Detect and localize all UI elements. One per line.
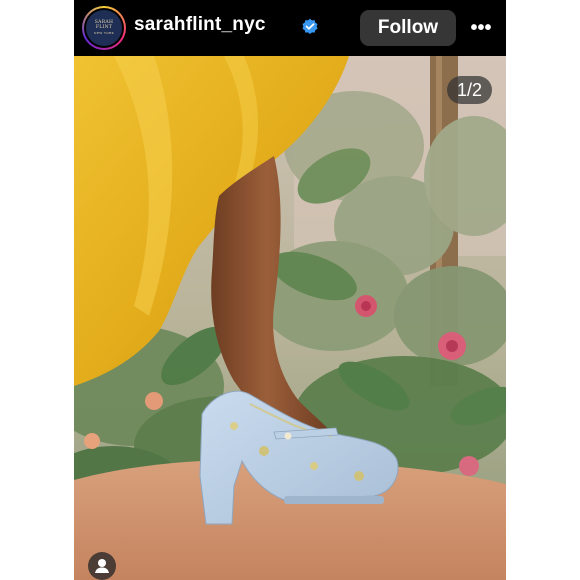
avatar-logo-subtext: NEW YORK [93, 30, 115, 35]
follow-button[interactable]: Follow [360, 10, 456, 46]
more-options-icon[interactable]: ••• [468, 17, 494, 39]
shoe-button [284, 432, 292, 440]
post-photo-illustration [74, 56, 506, 580]
user-tag-icon[interactable] [88, 552, 116, 580]
avatar-logo-text: SARAH FLINT [94, 19, 114, 30]
post-header: SARAH FLINT NEW YORK sarahflint_nyc Foll… [74, 0, 506, 56]
carousel-counter: 1/2 [446, 76, 492, 104]
post-image[interactable]: 1/2 [74, 56, 506, 580]
instagram-post-frame: SARAH FLINT NEW YORK sarahflint_nyc Foll… [74, 0, 506, 580]
username-link[interactable]: sarahflint_nyc [134, 14, 266, 36]
avatar-logo: SARAH FLINT NEW YORK [86, 10, 122, 46]
avatar-ring-gap: SARAH FLINT NEW YORK [84, 8, 124, 48]
verified-badge-icon [301, 18, 319, 36]
profile-avatar[interactable]: SARAH FLINT NEW YORK [82, 6, 126, 50]
